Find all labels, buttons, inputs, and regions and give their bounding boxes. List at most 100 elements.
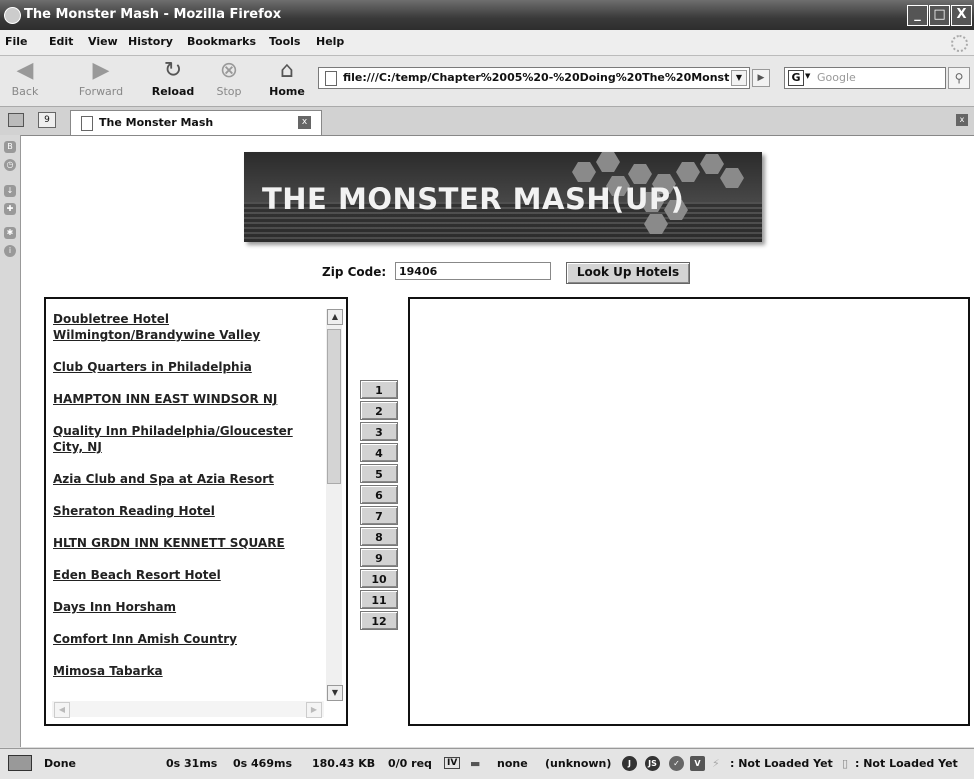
zip-code-input[interactable]: 19406	[395, 262, 551, 280]
tab-title: The Monster Mash	[99, 116, 214, 129]
window-title: The Monster Mash - Mozilla Firefox	[24, 7, 282, 22]
status-check-icon[interactable]: ✓	[669, 756, 684, 771]
menu-bookmarks[interactable]: Bookmarks	[187, 35, 256, 48]
scroll-up-icon[interactable]: ▲	[327, 309, 343, 325]
hotel-link[interactable]: Sheraton Reading Hotel	[53, 503, 323, 519]
sidebar-toggle-icon[interactable]	[8, 113, 24, 127]
page-button-2[interactable]: 2	[360, 401, 398, 420]
navigation-toolbar: ◀ Back ▶ Forward ↻ Reload ⊗ Stop ⌂ Home …	[0, 56, 974, 107]
banner-title: THE MONSTER MASH(UP)	[262, 182, 685, 216]
search-engine-icon[interactable]: G	[788, 70, 804, 86]
minimize-button[interactable]: _	[907, 5, 928, 26]
home-icon: ⌂	[280, 58, 294, 83]
hotel-link[interactable]: Eden Beach Resort Hotel	[53, 567, 323, 583]
page-button-12[interactable]: 12	[360, 611, 398, 630]
hotel-link[interactable]: Doubletree Hotel Wilmington/Brandywine V…	[53, 311, 323, 343]
status-iv-icon[interactable]: IV	[444, 757, 461, 769]
back-button[interactable]: ◀ Back	[0, 58, 50, 104]
hex-decoration	[676, 162, 700, 182]
page-button-1[interactable]: 1	[360, 380, 398, 399]
url-text: file:///C:/temp/Chapter%2005%20-%20Doing…	[343, 71, 730, 84]
forward-button[interactable]: ▶ Forward	[76, 58, 126, 104]
search-input[interactable]: G ▼ Google	[784, 67, 946, 89]
search-engine-dropdown-icon[interactable]: ▼	[805, 72, 810, 80]
map-panel[interactable]	[408, 297, 970, 726]
hotel-link[interactable]: Mimosa Tabarka	[53, 663, 323, 679]
menu-help[interactable]: Help	[316, 35, 344, 48]
settings-icon[interactable]: ✱	[4, 227, 16, 239]
hotel-link[interactable]: Club Quarters in Philadelphia	[53, 359, 323, 375]
status-time-2: 0s 469ms	[233, 757, 293, 770]
hotel-link[interactable]: HAMPTON INN EAST WINDSOR NJ	[53, 391, 323, 407]
hotel-link[interactable]: Azia Club and Spa at Azia Resort	[53, 471, 323, 487]
status-validator-icon[interactable]: V	[690, 756, 705, 771]
page-button-8[interactable]: 8	[360, 527, 398, 546]
back-label: Back	[11, 85, 39, 98]
page-button-3[interactable]: 3	[360, 422, 398, 441]
stop-label: Stop	[216, 85, 242, 98]
status-console-icon[interactable]	[8, 755, 32, 771]
menu-view[interactable]: View	[88, 35, 118, 48]
home-label: Home	[269, 85, 305, 98]
search-go-icon[interactable]: ⚲	[948, 67, 970, 89]
banner-logo: THE MONSTER MASH(UP)	[244, 152, 762, 242]
page-button-7[interactable]: 7	[360, 506, 398, 525]
scroll-left-icon[interactable]: ◀	[54, 702, 70, 718]
stop-icon: ⊗	[219, 58, 239, 83]
bookmarks-icon[interactable]: B	[4, 141, 16, 153]
menu-history[interactable]: History	[128, 35, 173, 48]
hotel-link[interactable]: Quality Inn Philadelphia/Gloucester City…	[53, 423, 323, 455]
search-placeholder: Google	[817, 71, 856, 84]
history-icon[interactable]: ◷	[4, 159, 16, 171]
scrollbar-thumb[interactable]	[327, 329, 341, 484]
url-dropdown-icon[interactable]: ▼	[731, 70, 747, 86]
info-icon[interactable]: i	[4, 245, 16, 257]
status-unknown: (unknown)	[545, 757, 612, 770]
go-button[interactable]: ▶	[752, 69, 770, 87]
close-button[interactable]: X	[951, 5, 972, 26]
downloads-icon[interactable]: ↓	[4, 185, 16, 197]
page-button-6[interactable]: 6	[360, 485, 398, 504]
hotel-link[interactable]: Comfort Inn Amish Country	[53, 631, 323, 647]
page-button-11[interactable]: 11	[360, 590, 398, 609]
menu-tools[interactable]: Tools	[269, 35, 300, 48]
scroll-down-icon[interactable]: ▼	[327, 685, 343, 701]
new-tab-icon[interactable]: 9	[38, 112, 56, 128]
forward-arrow-icon: ▶	[92, 58, 110, 83]
vertical-scrollbar[interactable]: ▲ ▼	[326, 309, 343, 701]
status-js-icon[interactable]: JS	[645, 756, 660, 771]
hex-decoration	[596, 152, 620, 172]
status-j-icon[interactable]: J	[622, 756, 637, 771]
scroll-right-icon[interactable]: ▶	[306, 702, 322, 718]
home-button[interactable]: ⌂ Home	[262, 58, 312, 104]
zip-code-label: Zip Code:	[322, 265, 387, 279]
url-bar[interactable]: file:///C:/temp/Chapter%2005%20-%20Doing…	[318, 67, 750, 89]
tab-monster-mash[interactable]: The Monster Mash x	[70, 110, 322, 135]
throbber-icon	[951, 35, 968, 52]
menu-edit[interactable]: Edit	[49, 35, 73, 48]
look-up-hotels-button[interactable]: Look Up Hotels	[566, 262, 690, 284]
maximize-button[interactable]: □	[929, 5, 950, 26]
status-network-icon: ▬	[470, 757, 481, 770]
page-button-5[interactable]: 5	[360, 464, 398, 483]
page-button-10[interactable]: 10	[360, 569, 398, 588]
horizontal-scrollbar[interactable]: ◀ ▶	[52, 701, 324, 718]
status-bar: Done 0s 31ms 0s 469ms 180.43 KB 0/0 req …	[0, 748, 974, 779]
hotel-link[interactable]: Days Inn Horsham	[53, 599, 323, 615]
reload-button[interactable]: ↻ Reload	[148, 58, 198, 104]
menu-bar: File Edit View History Bookmarks Tools H…	[0, 30, 974, 56]
page-icon	[325, 71, 337, 86]
status-size: 180.43 KB	[312, 757, 376, 770]
stop-button[interactable]: ⊗ Stop	[204, 58, 254, 104]
close-tab-icon[interactable]: x	[956, 114, 968, 126]
page-button-9[interactable]: 9	[360, 548, 398, 567]
tab-close-icon[interactable]: x	[298, 116, 311, 129]
page-button-4[interactable]: 4	[360, 443, 398, 462]
status-time-1: 0s 31ms	[166, 757, 218, 770]
status-none: none	[497, 757, 528, 770]
reload-icon: ↻	[163, 58, 183, 83]
hotel-link[interactable]: HLTN GRDN INN KENNETT SQUARE	[53, 535, 323, 551]
hex-decoration	[572, 162, 596, 182]
addons-icon[interactable]: ✚	[4, 203, 16, 215]
menu-file[interactable]: File	[5, 35, 28, 48]
